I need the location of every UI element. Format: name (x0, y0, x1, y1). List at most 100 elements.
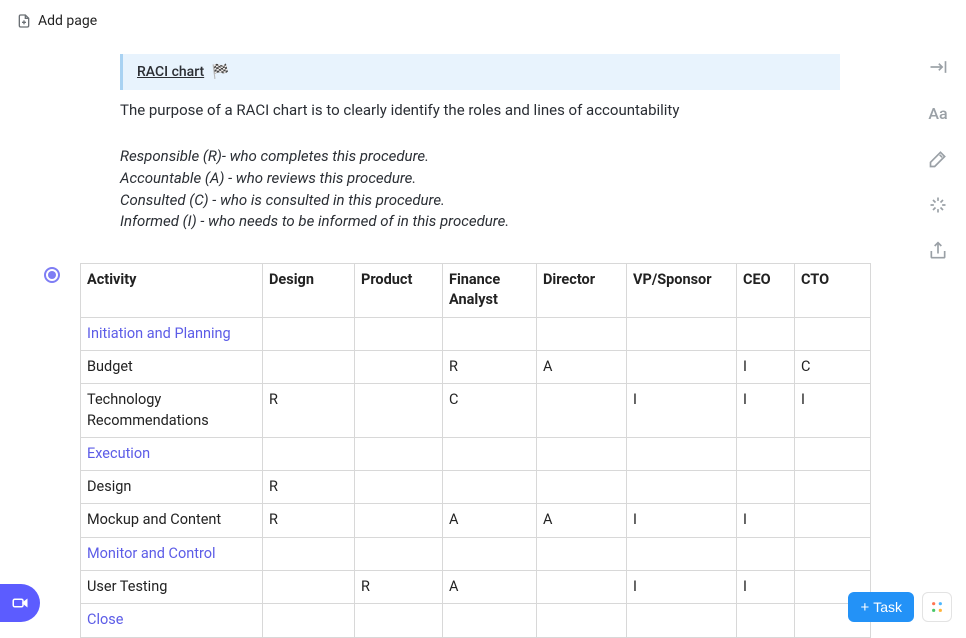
raci-cell[interactable] (627, 537, 737, 570)
table-header-cell[interactable]: Product (355, 264, 443, 318)
activity-cell[interactable]: Technology Recommendations (81, 384, 263, 438)
raci-cell[interactable]: A (537, 350, 627, 383)
raci-cell[interactable]: A (443, 571, 537, 604)
activity-cell[interactable]: Monitor and Control (81, 537, 263, 570)
sparkle-icon[interactable] (927, 194, 949, 216)
raci-cell[interactable] (355, 604, 443, 637)
raci-cell[interactable] (355, 350, 443, 383)
table-header-cell[interactable]: CEO (737, 264, 795, 318)
callout-block[interactable]: RACI chart 🏁 (120, 54, 840, 90)
raci-cell[interactable]: I (795, 384, 871, 438)
raci-cell[interactable] (443, 537, 537, 570)
indent-icon[interactable] (927, 56, 949, 78)
def-responsible: Responsible (R)- who completes this proc… (120, 146, 840, 168)
table-row: DesignR (81, 471, 871, 504)
raci-cell[interactable]: R (263, 384, 355, 438)
raci-cell[interactable] (355, 471, 443, 504)
raci-cell[interactable] (263, 571, 355, 604)
raci-cell[interactable] (537, 317, 627, 350)
callout-title: RACI chart (137, 64, 204, 80)
table-header-cell[interactable]: Finance Analyst (443, 264, 537, 318)
raci-cell[interactable] (537, 604, 627, 637)
intro-paragraph[interactable]: The purpose of a RACI chart is to clearl… (120, 100, 840, 122)
activity-cell[interactable]: Design (81, 471, 263, 504)
raci-cell[interactable]: I (737, 571, 795, 604)
raci-cell[interactable] (355, 384, 443, 438)
table-header-cell[interactable]: VP/Sponsor (627, 264, 737, 318)
raci-cell[interactable] (355, 537, 443, 570)
raci-cell[interactable] (355, 504, 443, 537)
raci-cell[interactable] (355, 437, 443, 470)
add-page-label[interactable]: Add page (38, 13, 97, 29)
block-focus-indicator[interactable] (44, 267, 60, 283)
raci-cell[interactable] (263, 350, 355, 383)
raci-cell[interactable] (737, 471, 795, 504)
raci-cell[interactable]: R (443, 350, 537, 383)
raci-cell[interactable] (627, 471, 737, 504)
activity-cell[interactable]: Mockup and Content (81, 504, 263, 537)
raci-cell[interactable]: A (537, 504, 627, 537)
raci-cell[interactable]: R (355, 571, 443, 604)
table-header-cell[interactable]: CTO (795, 264, 871, 318)
raci-cell[interactable] (443, 317, 537, 350)
def-consulted: Consulted (C) - who is consulted in this… (120, 190, 840, 212)
activity-cell[interactable]: Initiation and Planning (81, 317, 263, 350)
raci-cell[interactable] (627, 350, 737, 383)
table-header-cell[interactable]: Director (537, 264, 627, 318)
table-header-cell[interactable]: Design (263, 264, 355, 318)
raci-cell[interactable] (443, 471, 537, 504)
raci-cell[interactable]: C (443, 384, 537, 438)
activity-cell[interactable]: Close (81, 604, 263, 637)
raci-cell[interactable] (263, 317, 355, 350)
raci-cell[interactable] (737, 604, 795, 637)
raci-cell[interactable] (537, 571, 627, 604)
table-header-cell[interactable]: Activity (81, 264, 263, 318)
raci-cell[interactable] (795, 537, 871, 570)
table-row: User Testing RA II (81, 571, 871, 604)
raci-cell[interactable] (537, 384, 627, 438)
raci-cell[interactable]: I (627, 504, 737, 537)
raci-cell[interactable]: C (795, 350, 871, 383)
raci-cell[interactable] (737, 437, 795, 470)
raci-cell[interactable] (537, 471, 627, 504)
raci-cell[interactable] (737, 537, 795, 570)
raci-definitions[interactable]: Responsible (R)- who completes this proc… (120, 146, 840, 233)
activity-cell[interactable]: Budget (81, 350, 263, 383)
raci-cell[interactable]: I (627, 571, 737, 604)
raci-cell[interactable]: I (737, 384, 795, 438)
activity-cell[interactable]: User Testing (81, 571, 263, 604)
raci-cell[interactable] (355, 317, 443, 350)
activity-cell[interactable]: Execution (81, 437, 263, 470)
raci-table[interactable]: ActivityDesignProductFinance AnalystDire… (80, 263, 871, 638)
add-page-icon[interactable] (16, 13, 32, 29)
raci-cell[interactable]: A (443, 504, 537, 537)
text-style-icon[interactable]: Aa (927, 102, 949, 124)
raci-cell[interactable]: I (627, 384, 737, 438)
raci-cell[interactable] (627, 437, 737, 470)
raci-cell[interactable] (795, 437, 871, 470)
raci-cell[interactable] (263, 537, 355, 570)
raci-cell[interactable] (737, 317, 795, 350)
raci-cell[interactable] (537, 537, 627, 570)
document-body: RACI chart 🏁 The purpose of a RACI chart… (0, 42, 910, 636)
raci-cell[interactable]: I (737, 504, 795, 537)
raci-cell[interactable] (627, 317, 737, 350)
raci-cell[interactable] (627, 604, 737, 637)
new-task-label: Task (873, 599, 902, 615)
raci-cell[interactable]: I (737, 350, 795, 383)
raci-cell[interactable] (537, 437, 627, 470)
raci-cell[interactable] (795, 471, 871, 504)
raci-cell[interactable] (263, 437, 355, 470)
raci-cell[interactable] (443, 437, 537, 470)
raci-cell[interactable] (443, 604, 537, 637)
magic-wand-icon[interactable] (927, 148, 949, 170)
raci-cell[interactable] (795, 317, 871, 350)
raci-cell[interactable] (795, 504, 871, 537)
new-task-button[interactable]: + Task (848, 592, 914, 622)
apps-button[interactable] (922, 592, 952, 622)
raci-cell[interactable]: R (263, 471, 355, 504)
raci-cell[interactable] (263, 604, 355, 637)
record-clip-button[interactable] (0, 584, 40, 622)
share-icon[interactable] (927, 240, 949, 262)
raci-cell[interactable]: R (263, 504, 355, 537)
